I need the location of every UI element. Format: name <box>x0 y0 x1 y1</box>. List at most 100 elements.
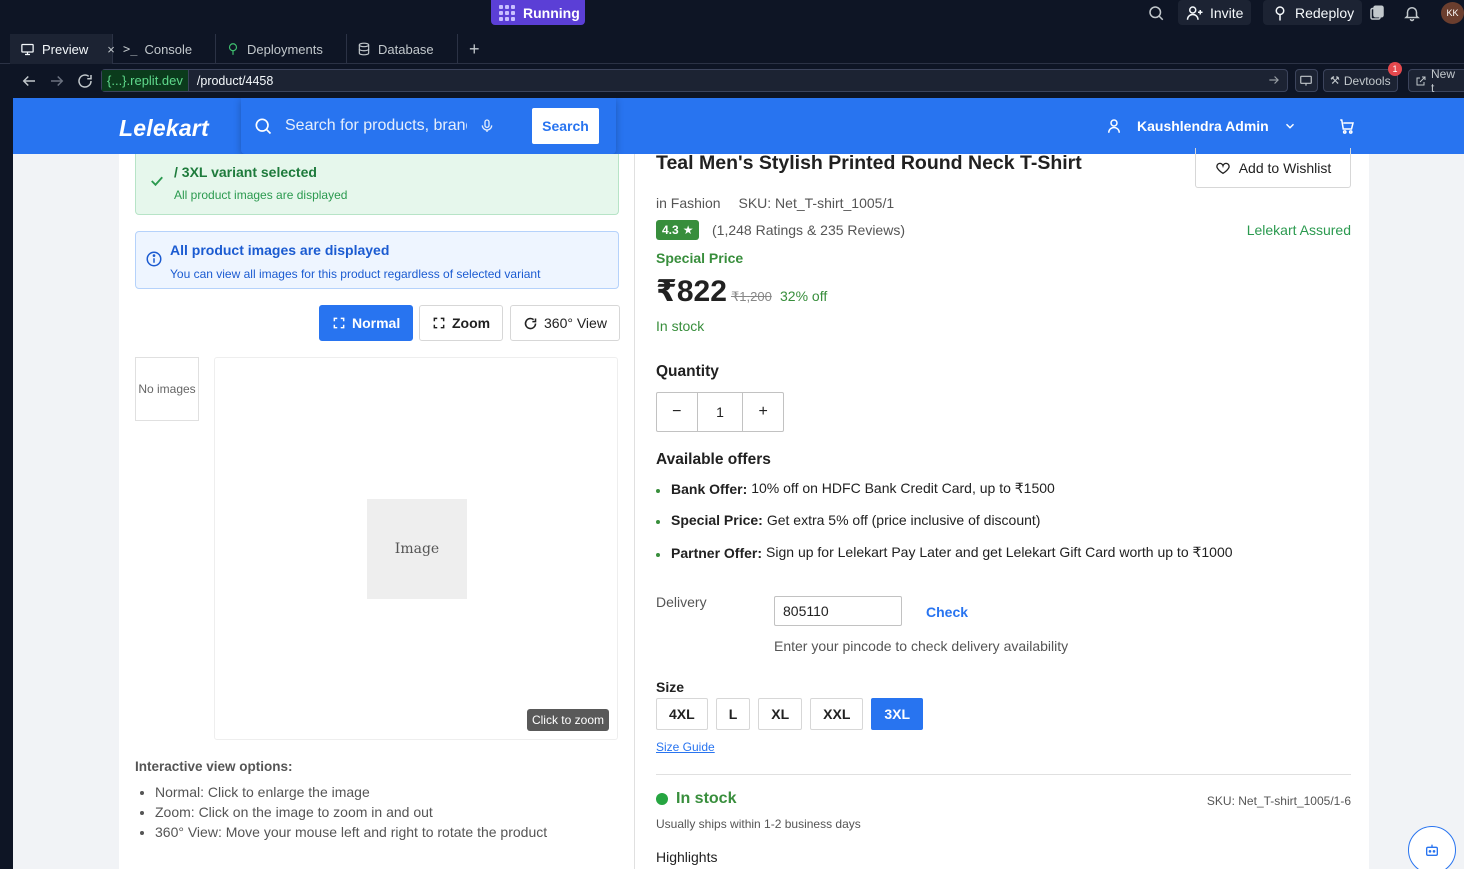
alert-title: All product images are displayed <box>170 242 390 258</box>
list-item: Bank Offer: 10% off on HDFC Bank Credit … <box>656 480 1055 497</box>
variant-sku: SKU: Net_T-shirt_1005/1-6 <box>1206 794 1351 808</box>
forward-arrow-icon[interactable] <box>48 72 66 90</box>
user-icon <box>1105 117 1123 135</box>
new-tab-label: New t <box>1431 66 1456 95</box>
main-image-viewer[interactable]: Image Click to zoom <box>214 357 618 740</box>
button-label: Normal <box>352 315 401 331</box>
view-options-title: Interactive view options: <box>135 759 293 774</box>
cart-icon[interactable] <box>1338 117 1356 135</box>
rating-badge: 4.3 ★ <box>656 220 700 240</box>
check-pincode-button[interactable]: Check <box>926 604 968 620</box>
heart-icon <box>1215 160 1231 176</box>
external-link-icon <box>1415 75 1427 87</box>
product-meta: in Fashion SKU: Net_T-shirt_1005/1 <box>656 195 908 211</box>
avatar[interactable]: KK <box>1441 2 1464 24</box>
details-column: Teal Men's Stylish Printed Round Neck T-… <box>656 148 1351 869</box>
new-tab-button[interactable]: New t <box>1408 66 1464 95</box>
bot-icon <box>1424 842 1440 858</box>
alert-subtitle: You can view all images for this product… <box>170 267 541 281</box>
size-option-selected[interactable]: 3XL <box>871 698 924 730</box>
add-to-wishlist-button[interactable]: Add to Wishlist <box>1195 148 1351 188</box>
site-header: Lelekart Search for products, brands and… <box>13 98 1464 154</box>
back-arrow-icon[interactable] <box>20 72 38 90</box>
button-label: Zoom <box>452 315 491 331</box>
bell-icon[interactable] <box>1403 4 1421 22</box>
special-price-label: Special Price <box>656 250 744 266</box>
button-label: 360° View <box>544 315 607 331</box>
size-option[interactable]: XL <box>758 698 803 730</box>
offer-title: Partner Offer: <box>671 544 763 561</box>
mrp: ₹1,200 <box>731 289 772 304</box>
view-360-button[interactable]: 360° View <box>510 305 620 341</box>
rating-value: 4.3 <box>662 223 679 237</box>
status-dot <box>656 793 668 805</box>
deploy-icon <box>226 42 240 56</box>
devtools-label: Devtools <box>1343 73 1391 88</box>
decrement-button[interactable]: − <box>657 393 697 431</box>
layers-icon[interactable] <box>1368 4 1386 22</box>
quantity-stepper: − 1 + <box>656 392 784 432</box>
search-button[interactable]: Search <box>532 108 599 144</box>
view-zoom-button[interactable]: Zoom <box>419 305 504 341</box>
terminal-icon: >_ <box>123 42 138 56</box>
invite-button[interactable]: Invite <box>1178 0 1252 25</box>
devtools-badge: 1 <box>1388 62 1402 76</box>
device-toggle-button[interactable] <box>1295 69 1318 92</box>
wishlist-label: Add to Wishlist <box>1238 159 1332 176</box>
offer-title: Special Price: <box>671 512 763 528</box>
assured-badge: Lelekart Assured <box>1246 222 1351 238</box>
rating-count[interactable]: (1,248 Ratings & 235 Reviews) <box>712 222 905 238</box>
microphone-icon[interactable] <box>479 118 495 134</box>
search-icon <box>253 116 273 136</box>
stock-indicator: In stock <box>656 790 736 808</box>
size-option[interactable]: 4XL <box>656 698 708 730</box>
size-option[interactable]: XXL <box>810 698 864 730</box>
stock-label: In stock <box>676 790 737 807</box>
ide-tabbar: Preview × >_ Console Deployments Databas… <box>0 34 1464 64</box>
tab-console[interactable]: >_ Console <box>113 34 216 64</box>
reload-icon[interactable] <box>76 72 94 90</box>
tab-database[interactable]: Database <box>347 34 458 64</box>
offer-text: Get extra 5% off (price inclusive of dis… <box>766 512 1041 528</box>
tab-deployments[interactable]: Deployments <box>216 34 347 64</box>
site-logo[interactable]: Lelekart <box>119 115 209 142</box>
open-arrow-icon[interactable] <box>1267 73 1281 87</box>
list-item: Special Price: Get extra 5% off (price i… <box>656 512 1040 528</box>
pincode-input[interactable]: 805110 <box>774 596 902 626</box>
variant-success-alert: / 3XL variant selected All product image… <box>135 154 619 215</box>
browser-urlbar: {...}.replit.dev /product/4458 ⚒ Devtool… <box>0 62 1464 98</box>
search-icon[interactable] <box>1147 4 1165 22</box>
info-icon <box>145 250 163 268</box>
size-option[interactable]: L <box>715 698 751 730</box>
user-menu[interactable]: Kaushlendra Admin <box>1105 98 1297 154</box>
user-name: Kaushlendra Admin <box>1137 118 1269 134</box>
devtools-button[interactable]: ⚒ Devtools 1 <box>1323 62 1402 92</box>
thumbnail-placeholder[interactable]: No images <box>135 357 199 421</box>
offer-text: 10% off on HDFC Bank Credit Card, up to … <box>751 480 1055 496</box>
url-path: /product/4458 <box>196 73 274 88</box>
bullet <box>656 552 660 557</box>
images-info-alert: All product images are displayed You can… <box>135 231 619 289</box>
product-page: / 3XL variant selected All product image… <box>119 148 1369 869</box>
size-guide-link[interactable]: Size Guide <box>656 740 715 754</box>
tab-preview[interactable]: Preview × <box>10 34 115 64</box>
list-item: Normal: Click to enlarge the image <box>155 782 547 802</box>
divider <box>656 774 1351 775</box>
increment-button[interactable]: + <box>743 393 783 431</box>
run-status-button[interactable]: Running <box>491 0 585 25</box>
add-tab-button[interactable]: + <box>469 39 480 60</box>
product-sku: SKU: Net_T-shirt_1005/1 <box>738 195 895 211</box>
price: ₹822 <box>656 275 727 308</box>
chatbot-button[interactable] <box>1408 826 1456 869</box>
bullet <box>656 488 660 493</box>
view-normal-button[interactable]: Normal <box>319 305 414 341</box>
search-input[interactable]: Search for products, brands and more <box>253 108 495 144</box>
redeploy-button[interactable]: Redeploy <box>1263 0 1363 25</box>
search-placeholder: Search for products, brands and more <box>285 117 467 134</box>
quantity-label: Quantity <box>656 363 719 380</box>
url-field[interactable]: {...}.replit.dev /product/4458 <box>101 69 1288 92</box>
quantity-value[interactable]: 1 <box>696 393 744 431</box>
avatar-initials: KK <box>1446 8 1459 18</box>
discount: 32% off <box>780 288 828 304</box>
monitor-icon <box>1299 74 1313 88</box>
